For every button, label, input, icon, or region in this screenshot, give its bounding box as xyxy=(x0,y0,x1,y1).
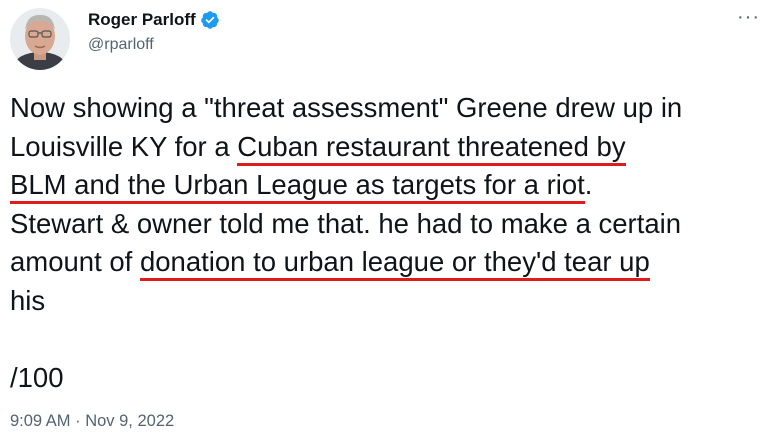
tweet-line-6: his xyxy=(10,284,46,316)
author-handle[interactable]: @rparloff xyxy=(88,36,154,54)
avatar-photo xyxy=(10,8,70,70)
underlined-text: donation to urban league or they'd tear … xyxy=(139,246,650,281)
tweet-line-5: amount of donation to urban league or th… xyxy=(10,243,770,282)
underlined-text: Cuban restaurant threatened by xyxy=(237,130,626,166)
author-display-name[interactable]: Roger Parloff xyxy=(88,10,196,30)
tweet-line-2: Louisville KY for a Cuban restaurant thr… xyxy=(10,128,770,167)
avatar[interactable] xyxy=(10,8,70,70)
tweet-text-plain: Louisville KY for a xyxy=(10,130,238,162)
tweet-timestamp[interactable]: 9:09 AM · Nov 9, 2022 xyxy=(10,412,174,431)
more-options-icon[interactable]: ··· xyxy=(737,6,760,29)
author-name[interactable]: Roger Parloff xyxy=(88,10,220,30)
tweet-line-8: /100 xyxy=(10,361,64,393)
tweet-text-plain: amount of xyxy=(10,246,140,277)
tweet-line-3: BLM and the Urban League as targets for … xyxy=(10,166,770,205)
tweet-line-1: Now showing a "threat assessment" Greene… xyxy=(10,92,683,123)
tweet-text: Now showing a "threat assessment" Greene… xyxy=(10,89,770,397)
verified-badge-icon xyxy=(200,11,219,29)
tweet-line-4: Stewart & owner told me that. he had to … xyxy=(10,207,682,239)
underlined-text: BLM and the Urban League as targets for … xyxy=(10,169,585,204)
tweet-text-plain: . xyxy=(584,169,593,200)
